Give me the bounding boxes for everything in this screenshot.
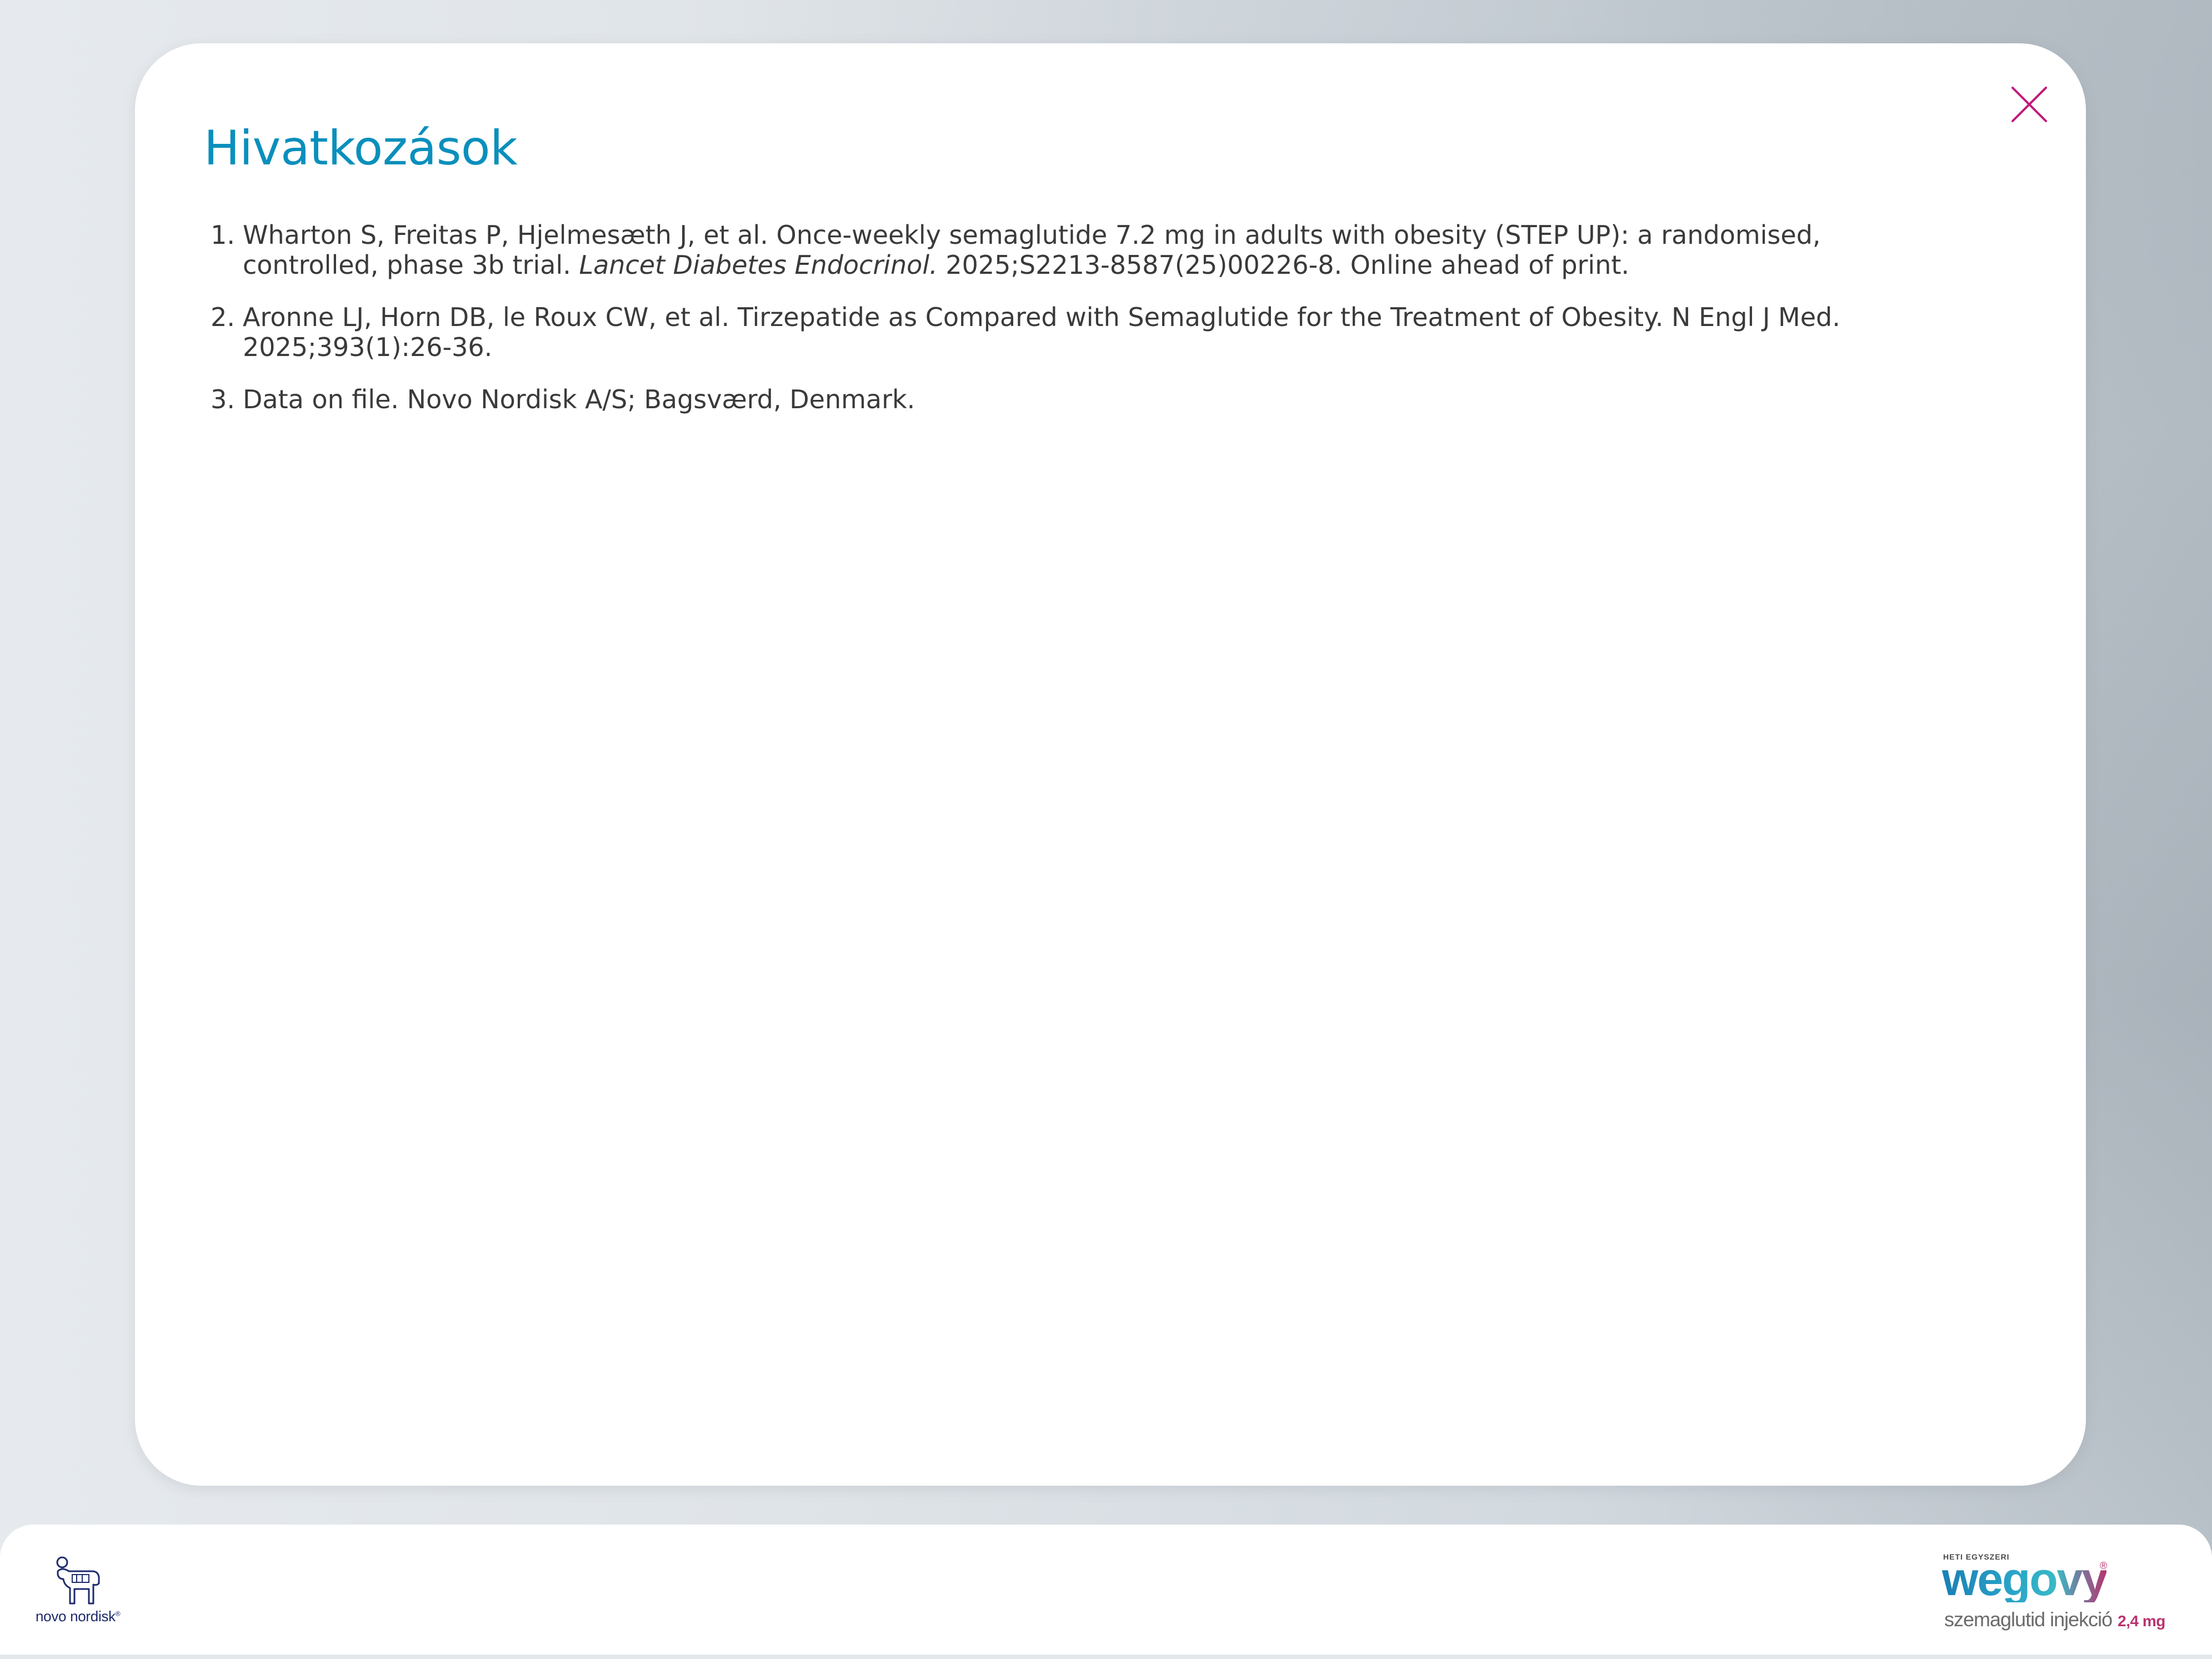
registered-mark: ® — [115, 1610, 121, 1618]
reference-item: 3. Data on file. Novo Nordisk A/S; Bagsv… — [204, 384, 1926, 414]
close-icon — [2011, 87, 2047, 122]
footer-bar: novo nordisk® HETI EGYSZERI wegovy ® sze… — [0, 1525, 2212, 1659]
reference-journal: Lancet Diabetes Endocrinol. — [579, 250, 938, 280]
reference-number: 3. — [211, 384, 235, 414]
wegovy-wordmark: wegovy — [1942, 1553, 2108, 1605]
wegovy-subtitle-text: szemaglutid injekció — [1944, 1608, 2113, 1631]
reference-number: 1. — [211, 220, 235, 250]
reference-text-before: Aronne LJ, Horn DB, le Roux CW, et al. T… — [243, 302, 1840, 362]
wegovy-subtitle: szemaglutid injekció 2,4 mg — [1944, 1608, 2165, 1631]
reference-list: 1. Wharton S, Freitas P, Hjelmesæth J, e… — [204, 220, 1926, 437]
reference-text: Wharton S, Freitas P, Hjelmesæth J, et a… — [243, 220, 1926, 280]
wegovy-registered-mark: ® — [2100, 1560, 2108, 1571]
novo-nordisk-wordmark: novo nordisk® — [36, 1608, 121, 1625]
reference-text: Data on file. Novo Nordisk A/S; Bagsværd… — [243, 384, 1926, 414]
footer-divider — [0, 1655, 2212, 1659]
reference-text: Aronne LJ, Horn DB, le Roux CW, et al. T… — [243, 302, 1926, 362]
novo-nordisk-logo: novo nordisk® — [36, 1555, 130, 1627]
reference-text-after: 2025;S2213-8587(25)00226-8. Online ahead… — [937, 250, 1630, 280]
reference-item: 1. Wharton S, Freitas P, Hjelmesæth J, e… — [204, 220, 1926, 280]
references-modal: Hivatkozások 1. Wharton S, Freitas P, Hj… — [135, 43, 2086, 1486]
novo-nordisk-text: novo nordisk — [36, 1608, 116, 1625]
wegovy-dose: 2,4 mg — [2118, 1612, 2165, 1630]
close-button[interactable] — [2008, 83, 2050, 126]
reference-item: 2. Aronne LJ, Horn DB, le Roux CW, et al… — [204, 302, 1926, 362]
reference-text-before: Data on file. Novo Nordisk A/S; Bagsværd… — [243, 384, 915, 414]
modal-title: Hivatkozások — [204, 121, 518, 176]
wegovy-logo: HETI EGYSZERI wegovy ® szemaglutid injek… — [1942, 1552, 2175, 1641]
novo-nordisk-apis-bull-icon — [56, 1556, 100, 1605]
reference-number: 2. — [211, 302, 235, 332]
